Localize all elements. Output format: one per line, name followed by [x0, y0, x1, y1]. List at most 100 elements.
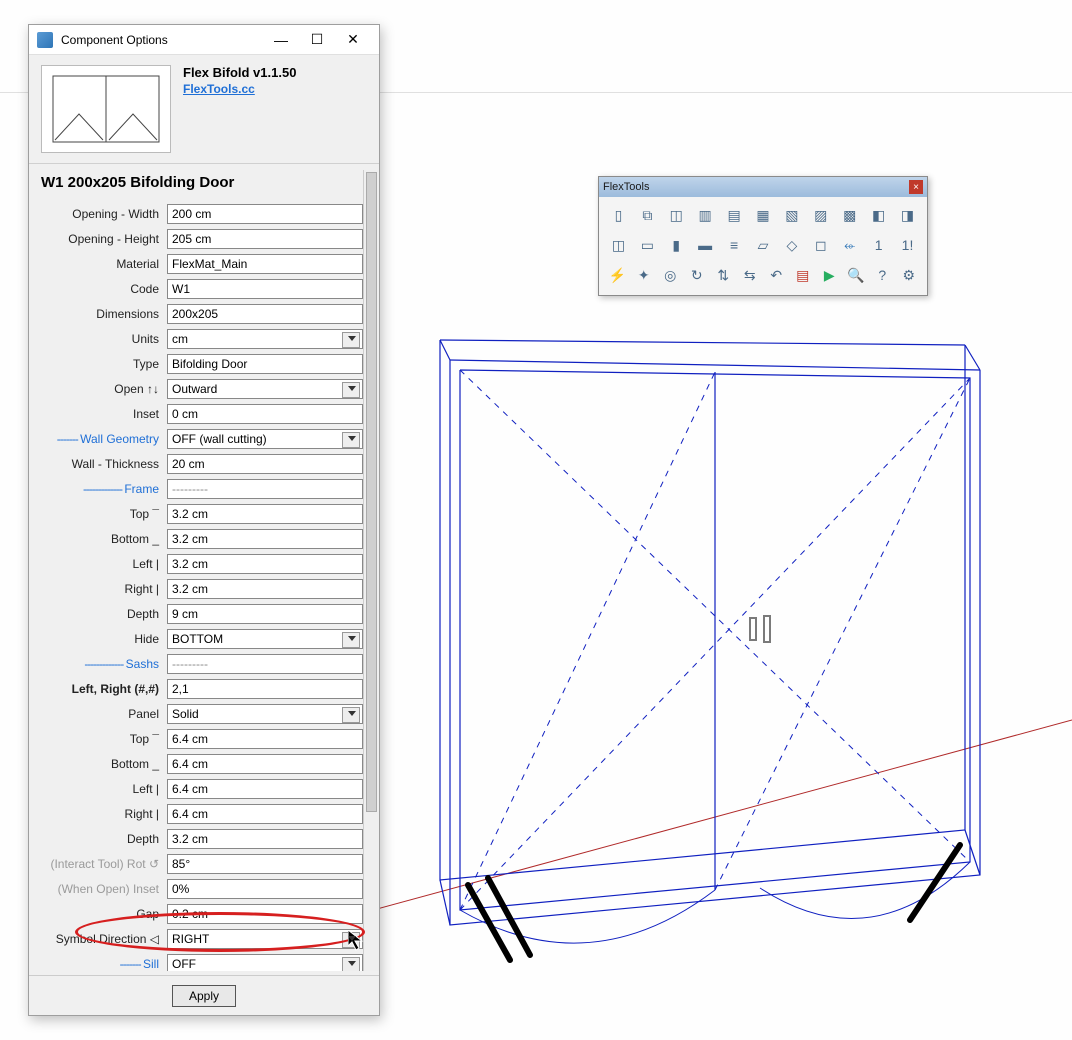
cursor-icon — [348, 930, 368, 952]
field-when-open-inset[interactable]: 0% — [167, 879, 363, 899]
label-sash-bottom: Bottom _ — [35, 757, 163, 771]
field-sash-right[interactable]: 6.4 cm — [167, 804, 363, 824]
door-bifold-icon[interactable]: ▥ — [692, 201, 719, 229]
shutter-icon[interactable]: ▬ — [692, 231, 719, 259]
field-wall-thickness[interactable]: 20 cm — [167, 454, 363, 474]
louvre-icon[interactable]: ≡ — [721, 231, 748, 259]
window-fixed-icon[interactable]: ◧ — [865, 201, 892, 229]
number-many-icon[interactable]: 1! — [894, 231, 921, 259]
panel-icon[interactable]: ◫ — [605, 231, 632, 259]
field-inset[interactable]: 0 cm — [167, 404, 363, 424]
glass-panel-icon[interactable]: ▭ — [634, 231, 661, 259]
list-icon[interactable]: ▤ — [791, 261, 816, 289]
select-wall-geometry-value: OFF (wall cutting) — [172, 432, 267, 446]
curtain-wall-icon[interactable]: ▮ — [663, 231, 690, 259]
label-units: Units — [35, 332, 163, 346]
component-icon[interactable]: ⬰ — [836, 231, 863, 259]
select-symbol-direction[interactable]: RIGHT — [167, 929, 363, 949]
label-frame-depth: Depth — [35, 607, 163, 621]
label-code: Code — [35, 282, 163, 296]
sparkle-icon[interactable]: ✦ — [632, 261, 657, 289]
gear-icon[interactable]: ⚙ — [897, 261, 922, 289]
chevron-down-icon — [348, 711, 356, 716]
field-sash-depth[interactable]: 3.2 cm — [167, 829, 363, 849]
select-units-value: cm — [172, 332, 188, 346]
select-frame-hide[interactable]: BOTTOM — [167, 629, 363, 649]
field-frame-top[interactable]: 3.2 cm — [167, 504, 363, 524]
number-one-icon[interactable]: 1 — [865, 231, 892, 259]
window-title: Component Options — [61, 33, 263, 47]
window-single-icon[interactable]: ▦ — [750, 201, 777, 229]
field-sash-left[interactable]: 6.4 cm — [167, 779, 363, 799]
door-double-icon[interactable]: ⧉ — [634, 201, 661, 229]
select-sill[interactable]: OFF — [167, 954, 363, 972]
field-rot[interactable]: 85° — [167, 854, 363, 874]
label-left-right: Left, Right (#,#) — [35, 682, 163, 696]
loop-icon[interactable]: ↻ — [685, 261, 710, 289]
chevron-down-icon — [348, 386, 356, 391]
label-wall-thickness: Wall - Thickness — [35, 457, 163, 471]
floor-icon[interactable]: ◻ — [807, 231, 834, 259]
flip-vertical-icon[interactable]: ⇅ — [711, 261, 736, 289]
wall-cut-icon[interactable]: ▱ — [750, 231, 777, 259]
chevron-down-icon — [348, 961, 356, 966]
label-panel: Panel — [35, 707, 163, 721]
component-heading: W1 200x205 Bifolding Door — [35, 170, 373, 201]
field-frame-left[interactable]: 3.2 cm — [167, 554, 363, 574]
select-panel-value: Solid — [172, 707, 199, 721]
field-frame-depth[interactable]: 9 cm — [167, 604, 363, 624]
field-sashs-header: --------- — [167, 654, 363, 674]
field-opening-height[interactable]: 205 cm — [167, 229, 363, 249]
field-code[interactable]: W1 — [167, 279, 363, 299]
field-dimensions[interactable]: 200x205 — [167, 304, 363, 324]
chevron-down-icon — [348, 336, 356, 341]
bolt-icon[interactable]: ⚡ — [605, 261, 630, 289]
close-button[interactable]: ✕ — [335, 26, 371, 54]
select-sill-value: OFF — [172, 957, 196, 971]
target-icon[interactable]: ◎ — [658, 261, 683, 289]
window-sliding-icon[interactable]: ▨ — [807, 201, 834, 229]
help-icon[interactable]: ? — [870, 261, 895, 289]
close-icon[interactable]: × — [909, 180, 923, 194]
window-awning-icon[interactable]: ▩ — [836, 201, 863, 229]
field-material[interactable]: FlexMat_Main — [167, 254, 363, 274]
select-panel[interactable]: Solid — [167, 704, 363, 724]
minimize-button[interactable]: — — [263, 26, 299, 54]
scrollbar[interactable] — [363, 170, 379, 971]
play-icon[interactable]: ▶ — [817, 261, 842, 289]
field-frame-bottom[interactable]: 3.2 cm — [167, 529, 363, 549]
chevron-down-icon — [348, 636, 356, 641]
label-gap: Gap — [35, 907, 163, 921]
window-corner-icon[interactable]: ◨ — [894, 201, 921, 229]
label-sill: Sill — [35, 957, 163, 971]
field-frame-right[interactable]: 3.2 cm — [167, 579, 363, 599]
select-wall-geometry[interactable]: OFF (wall cutting) — [167, 429, 363, 449]
door-sliding-icon[interactable]: ▤ — [721, 201, 748, 229]
field-sash-bottom[interactable]: 6.4 cm — [167, 754, 363, 774]
label-type: Type — [35, 357, 163, 371]
field-gap[interactable]: 0.2 cm — [167, 904, 363, 924]
flip-horizontal-icon[interactable]: ⇆ — [738, 261, 763, 289]
field-opening-width[interactable]: 200 cm — [167, 204, 363, 224]
label-material: Material — [35, 257, 163, 271]
apply-button[interactable]: Apply — [172, 985, 236, 1007]
search-icon[interactable]: 🔍 — [844, 261, 869, 289]
select-symbol-direction-value: RIGHT — [172, 932, 209, 946]
field-sash-top[interactable]: 6.4 cm — [167, 729, 363, 749]
field-left-right[interactable]: 2,1 — [167, 679, 363, 699]
door-single-icon[interactable]: ▯ — [605, 201, 632, 229]
undo-icon[interactable]: ↶ — [764, 261, 789, 289]
toolbar-header[interactable]: FlexTools × — [599, 177, 927, 197]
select-units[interactable]: cm — [167, 329, 363, 349]
scrollbar-thumb[interactable] — [366, 172, 377, 812]
label-inset: Inset — [35, 407, 163, 421]
maximize-button[interactable]: ☐ — [299, 26, 335, 54]
label-opening-width: Opening - Width — [35, 207, 163, 221]
wall-opening-icon[interactable]: ◇ — [778, 231, 805, 259]
field-type[interactable]: Bifolding Door — [167, 354, 363, 374]
flextools-toolbar[interactable]: FlexTools × ▯ ⧉ ◫ ▥ ▤ ▦ ▧ ▨ ▩ ◧ ◨ ◫ ▭ ▮ … — [598, 176, 928, 296]
door-pivot-icon[interactable]: ◫ — [663, 201, 690, 229]
window-double-icon[interactable]: ▧ — [778, 201, 805, 229]
select-open[interactable]: Outward — [167, 379, 363, 399]
vendor-link[interactable]: FlexTools.cc — [183, 82, 296, 96]
